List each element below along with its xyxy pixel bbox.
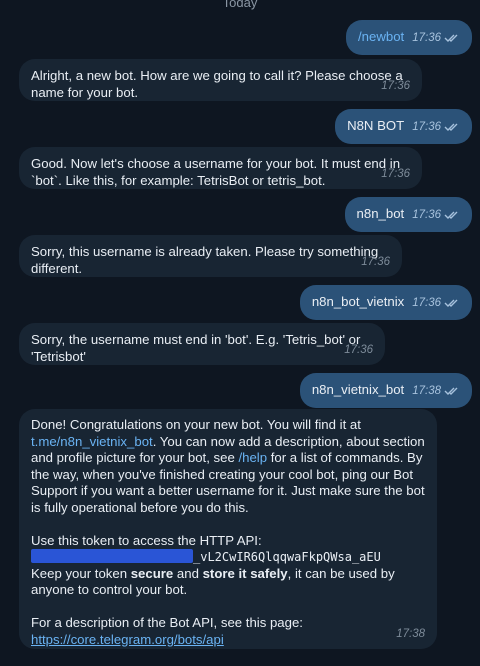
message-text: Alright, a new bot. How are we going to … xyxy=(31,68,403,100)
message-time: 17:36 xyxy=(361,256,390,268)
incoming-message[interactable]: Sorry, this username is already taken. P… xyxy=(19,235,402,277)
message-text: n8n_bot_vietnix xyxy=(311,294,405,309)
outgoing-message[interactable]: N8N BOT 17:36 xyxy=(335,109,472,144)
message-time: 17:36 xyxy=(381,80,410,92)
redacted-token-block xyxy=(31,549,193,564)
bot-token-message[interactable]: Done! Congratulations on your new bot. Y… xyxy=(19,409,437,649)
incoming-message[interactable]: Good. Now let's choose a username for yo… xyxy=(19,147,422,189)
message-text: Sorry, this username is already taken. P… xyxy=(31,244,379,276)
outgoing-message[interactable]: n8n_bot 17:36 xyxy=(344,197,472,232)
double-check-icon xyxy=(444,211,458,219)
bot-link[interactable]: t.me/n8n_vietnix_bot xyxy=(31,434,153,449)
message-text: Good. Now let's choose a username for yo… xyxy=(31,156,401,188)
message-time: 17:36 xyxy=(412,121,441,133)
message-text: and xyxy=(173,565,203,581)
message-text[interactable]: /newbot xyxy=(358,29,404,44)
bold-text: secure xyxy=(130,565,174,581)
incoming-message[interactable]: Sorry, the username must end in 'bot'. E… xyxy=(19,323,385,365)
message-meta: 17:36 xyxy=(412,121,460,133)
double-check-icon xyxy=(444,299,458,307)
message-text: n8n_bot xyxy=(356,206,405,221)
message-text: N8N BOT xyxy=(347,118,405,133)
outgoing-message[interactable]: n8n_bot_vietnix 17:36 xyxy=(299,285,472,320)
message-meta: 17:36 xyxy=(412,32,460,44)
outgoing-message[interactable]: n8n_vietnix_bot 17:38 xyxy=(299,373,472,408)
api-token[interactable]: _vL2CwIR6QlqqwaFkpQWsa_aEU xyxy=(193,550,381,564)
message-paragraph: For a description of the Bot API, see th… xyxy=(31,615,425,648)
message-time: 17:36 xyxy=(344,344,373,356)
message-time: 17:36 xyxy=(412,297,441,309)
bold-text: store it safely xyxy=(202,565,288,581)
message-text: n8n_vietnix_bot xyxy=(311,382,405,397)
message-time: 17:36 xyxy=(412,209,441,221)
message-meta: 17:36 xyxy=(412,209,460,221)
message-paragraph: Use this token to access the HTTP API: _… xyxy=(31,533,425,599)
bot-api-link[interactable]: https://core.telegram.org/bots/api xyxy=(31,632,224,647)
incoming-message[interactable]: Alright, a new bot. How are we going to … xyxy=(19,59,422,101)
help-command-link[interactable]: /help xyxy=(238,450,267,465)
double-check-icon xyxy=(444,123,458,131)
message-text: Keep your token xyxy=(31,565,131,581)
double-check-icon xyxy=(444,387,458,395)
message-paragraph: Done! Congratulations on your new bot. Y… xyxy=(31,417,425,517)
message-time: 17:38 xyxy=(412,385,441,397)
message-meta: 17:38 xyxy=(412,385,460,397)
double-check-icon xyxy=(444,34,458,42)
message-time: 17:36 xyxy=(381,168,410,180)
message-text: Sorry, the username must end in 'bot'. E… xyxy=(31,332,361,364)
message-text: For a description of the Bot API, see th… xyxy=(31,614,303,630)
message-time: 17:36 xyxy=(412,32,441,44)
message-time: 17:38 xyxy=(396,628,425,641)
outgoing-message[interactable]: /newbot 17:36 xyxy=(346,20,472,55)
date-label: Today xyxy=(222,0,258,10)
message-text: Use this token to access the HTTP API: xyxy=(31,532,262,548)
message-meta: 17:36 xyxy=(412,297,460,309)
message-text: Done! Congratulations on your new bot. Y… xyxy=(31,417,361,432)
